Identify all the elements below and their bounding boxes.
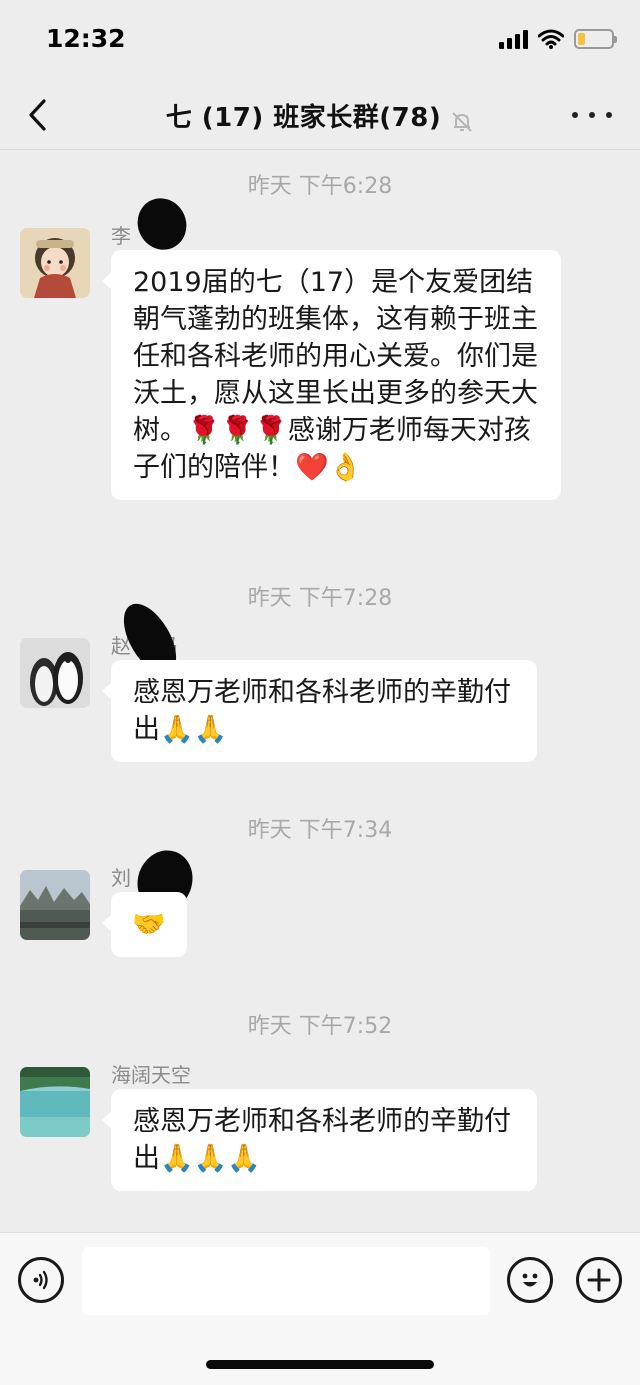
sender-name: 李 xyxy=(111,224,131,248)
battery-icon xyxy=(574,29,617,49)
message-bubble[interactable]: 感恩万老师和各科老师的辛勤付出🙏🙏 xyxy=(102,660,537,762)
voice-button[interactable] xyxy=(18,1257,64,1303)
timestamp: 昨天 下午7:28 xyxy=(247,586,393,611)
home-indicator xyxy=(206,1360,434,1369)
signal-icon xyxy=(499,29,528,49)
timestamp: 昨天 下午7:52 xyxy=(247,1014,393,1039)
emoji-button[interactable] xyxy=(507,1257,553,1303)
sender-name: 海阔天空 xyxy=(111,1063,191,1087)
avatar[interactable] xyxy=(20,228,90,298)
avatar[interactable] xyxy=(20,1067,90,1137)
nav-title-wrap: 七 (17) 班家长群(78) xyxy=(0,97,640,134)
status-time: 12:32 xyxy=(46,24,126,53)
input-bar xyxy=(0,1232,640,1385)
message-input[interactable] xyxy=(82,1247,490,1315)
status-bar: 12:32 xyxy=(0,0,640,80)
bell-slash-icon xyxy=(452,111,473,132)
avatar[interactable] xyxy=(20,870,90,940)
timestamp: 昨天 下午7:34 xyxy=(247,818,393,843)
avatar[interactable] xyxy=(20,638,90,708)
message-bubble[interactable]: 感恩万老师和各科老师的辛勤付出🙏🙏🙏 xyxy=(102,1089,537,1191)
voice-icon xyxy=(33,1270,48,1290)
message-bubble[interactable]: 2019届的七（17）是个友爱团结朝气蓬勃的班集体，这有赖于班主任和各科老师的用… xyxy=(102,250,561,500)
redaction-mark xyxy=(129,190,195,258)
wifi-icon xyxy=(538,29,564,49)
nav-bar: 七 (17) 班家长群(78) xyxy=(0,80,640,150)
timestamp: 昨天 下午6:28 xyxy=(247,174,393,199)
chat-title: 七 (17) 班家长群(78) xyxy=(165,103,442,133)
more-button[interactable] xyxy=(572,100,612,130)
emoji-icon xyxy=(522,1273,538,1287)
status-icons xyxy=(499,28,617,50)
message-bubble[interactable]: 🤝 xyxy=(102,892,187,957)
plus-icon xyxy=(587,1268,611,1292)
more-dots-icon xyxy=(572,112,578,118)
plus-button[interactable] xyxy=(576,1257,622,1303)
battery-level xyxy=(578,33,586,45)
